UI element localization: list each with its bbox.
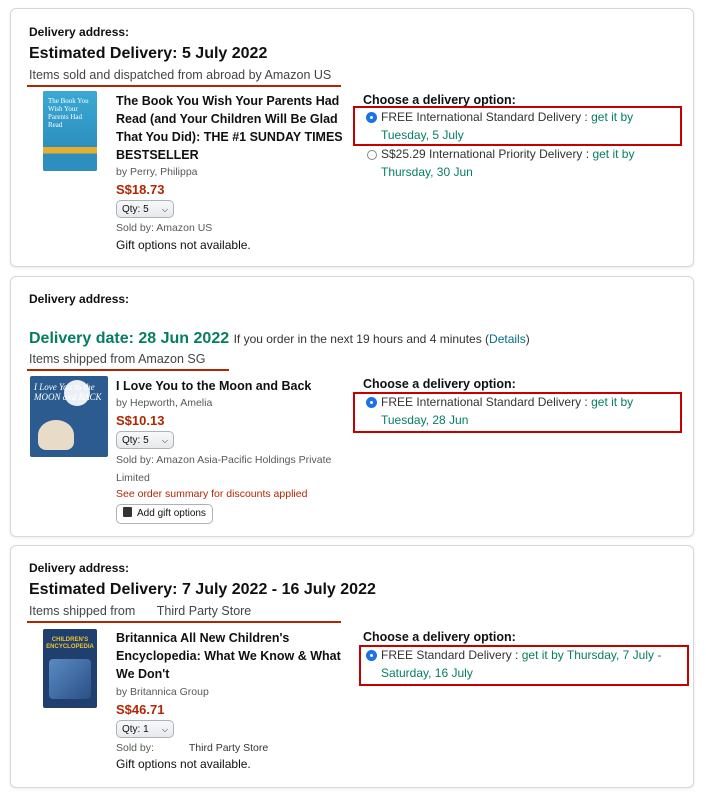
option-get-it: get it by	[592, 147, 635, 161]
sold-by-label: Sold by:	[116, 742, 154, 754]
shipment-card-3: Delivery address: Estimated Delivery: 7 …	[10, 545, 694, 788]
shipment-source: Items sold and dispatched from abroad by…	[29, 68, 332, 82]
shipment-card-1: Delivery address: Estimated Delivery: 5 …	[10, 8, 694, 267]
chevron-down-icon: ⌵	[161, 436, 168, 445]
cover-bears	[38, 420, 74, 450]
option-label: S$25.29 International Priority Delivery …	[381, 147, 590, 161]
details-link[interactable]: Details	[489, 332, 526, 346]
quantity-value: Qty: 1	[122, 724, 149, 735]
item-title[interactable]: Britannica All New Children's Encycloped…	[116, 629, 348, 683]
delivery-address-label: Delivery address:	[29, 25, 130, 39]
cover-title-text: I Love You to the MOON and BACK	[34, 382, 102, 402]
item-title[interactable]: The Book You Wish Your Parents Had Read …	[116, 92, 348, 164]
delivery-date-line: Delivery date: 28 Jun 2022 If you order …	[29, 330, 530, 348]
delivery-option-radio[interactable]	[367, 150, 377, 160]
highlight-box	[353, 392, 682, 433]
book-cover-2[interactable]: I Love You to the MOON and BACK	[30, 376, 108, 457]
gift-icon	[123, 507, 132, 517]
cover-title-text: CHILDREN'S ENCYCLOPEDIA	[46, 637, 94, 650]
highlight-box	[359, 645, 689, 686]
cover-title-text: The Book You Wish Your Parents Had Read	[48, 97, 89, 129]
shipment-source: Items shipped from Third Party Store	[29, 604, 251, 618]
book-cover-1[interactable]: The Book You Wish Your Parents Had Read	[43, 91, 97, 171]
book-cover-3[interactable]: CHILDREN'S ENCYCLOPEDIA	[43, 629, 97, 708]
shipment-card-2: Delivery address: Delivery date: 28 Jun …	[10, 276, 694, 537]
delivery-option-2[interactable]: S$25.29 International Priority Delivery …	[381, 145, 681, 181]
order-cutoff-note: If you order in the next 19 hours and 4 …	[233, 332, 490, 346]
item-price: S$46.71	[116, 702, 165, 717]
sold-by: Sold by: Third Party Store	[116, 739, 268, 757]
source-underline	[27, 85, 341, 87]
quantity-dropdown[interactable]: Qty: 1 ⌵	[116, 720, 174, 738]
source-underline	[27, 621, 341, 623]
item-price: S$18.73	[116, 182, 165, 197]
sold-by: Sold by: Amazon Asia-Pacific Holdings Pr…	[116, 454, 332, 484]
source-store: Third Party Store	[156, 604, 252, 618]
item-title[interactable]: I Love You to the Moon and Back	[116, 377, 311, 395]
option-date: Thursday, 30 Jun	[381, 165, 473, 179]
estimated-delivery-heading: Estimated Delivery: 7 July 2022 - 16 Jul…	[29, 581, 376, 598]
estimated-delivery-heading: Estimated Delivery: 5 July 2022	[29, 45, 268, 62]
delivery-date-heading: Delivery date: 28 Jun 2022	[29, 330, 230, 347]
item-author: by Britannica Group	[116, 686, 209, 698]
delivery-address-label: Delivery address:	[29, 292, 130, 306]
gift-options-note: Gift options not available.	[116, 757, 251, 771]
discount-note[interactable]: See order summary for discounts applied	[116, 488, 307, 500]
gift-button-label: Add gift options	[137, 508, 206, 519]
item-price: S$10.13	[116, 413, 165, 428]
choose-delivery-label: Choose a delivery option:	[363, 93, 516, 107]
cover-art	[49, 659, 91, 699]
sold-by: Sold by: Amazon US	[116, 222, 213, 234]
choose-delivery-label: Choose a delivery option:	[363, 377, 516, 391]
delivery-address-label: Delivery address:	[29, 561, 130, 575]
gift-options-note: Gift options not available.	[116, 238, 251, 252]
sold-by-store: Third Party Store	[188, 742, 269, 754]
source-underline	[27, 369, 229, 371]
item-author: by Perry, Philippa	[116, 166, 198, 178]
quantity-value: Qty: 5	[122, 204, 149, 215]
chevron-down-icon: ⌵	[161, 725, 168, 734]
note-close: )	[525, 332, 530, 346]
highlight-box	[353, 106, 682, 146]
add-gift-options-button[interactable]: Add gift options	[116, 504, 213, 524]
item-author: by Hepworth, Amelia	[116, 397, 213, 409]
source-prefix: Items shipped from	[29, 604, 136, 618]
shipment-source: Items shipped from Amazon SG	[29, 352, 206, 366]
quantity-dropdown[interactable]: Qty: 5 ⌵	[116, 431, 174, 449]
chevron-down-icon: ⌵	[161, 205, 168, 214]
quantity-dropdown[interactable]: Qty: 5 ⌵	[116, 200, 174, 218]
choose-delivery-label: Choose a delivery option:	[363, 630, 516, 644]
quantity-value: Qty: 5	[122, 435, 149, 446]
